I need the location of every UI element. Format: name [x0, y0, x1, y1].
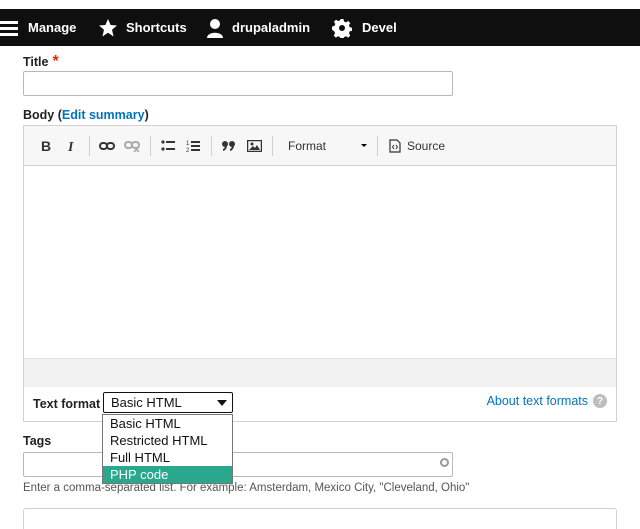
italic-icon: I	[67, 140, 74, 153]
image-icon	[246, 139, 262, 152]
toolbar-manage-label: Manage	[28, 20, 77, 35]
tags-input[interactable]	[23, 452, 453, 477]
italic-button[interactable]: I	[59, 134, 83, 158]
unlink-icon	[124, 140, 140, 152]
toolbar-separator	[272, 135, 273, 156]
toolbar-user[interactable]: drupaladmin	[206, 9, 332, 46]
option-php-code[interactable]: PHP code	[103, 466, 232, 483]
toolbar-devel[interactable]: Devel	[332, 9, 397, 46]
blockquote-icon	[222, 140, 235, 151]
autocomplete-icon	[440, 458, 449, 467]
source-icon	[389, 138, 401, 153]
numbered-list-button[interactable]: 12	[181, 134, 205, 158]
rich-text-editor: B I 12 Format Source	[23, 125, 617, 389]
dropdown-arrow-icon	[217, 399, 227, 406]
bold-button[interactable]: B	[34, 134, 58, 158]
svg-text:I: I	[67, 140, 74, 153]
toolbar-separator	[377, 135, 378, 156]
format-dropdown[interactable]: Format	[284, 134, 372, 158]
toolbar-manage[interactable]: Manage	[0, 9, 90, 46]
bulleted-list-icon	[161, 139, 175, 151]
option-full-html[interactable]: Full HTML	[103, 449, 232, 466]
toolbar-user-label: drupaladmin	[232, 20, 311, 35]
admin-toolbar: Manage Shortcuts drupaladmin Devel	[0, 9, 640, 46]
text-format-select[interactable]: Basic HTML	[103, 392, 233, 413]
numbered-list-icon: 12	[186, 140, 200, 153]
title-label: Title *	[23, 53, 59, 71]
gear-icon	[332, 18, 352, 38]
option-restricted-html[interactable]: Restricted HTML	[103, 432, 232, 449]
editor-toolbar: B I 12 Format Source	[24, 126, 616, 166]
text-format-selected-value: Basic HTML	[111, 395, 182, 410]
source-button-label: Source	[407, 138, 446, 153]
tags-description: Enter a comma-separated list. For exampl…	[23, 482, 470, 494]
required-marker: *	[52, 53, 59, 70]
option-basic-html[interactable]: Basic HTML	[103, 415, 232, 432]
link-button[interactable]	[95, 134, 119, 158]
user-icon	[207, 18, 223, 38]
hamburger-menu-icon	[0, 20, 18, 36]
body-label: Body (Edit summary)	[23, 108, 149, 122]
about-text-formats: About text formats ?	[487, 394, 607, 408]
toolbar-shortcuts[interactable]: Shortcuts	[90, 9, 206, 46]
title-input[interactable]	[23, 71, 453, 96]
body-label-text: Body	[23, 108, 55, 122]
svg-text:1: 1	[186, 141, 190, 147]
toolbar-shortcuts-label: Shortcuts	[126, 20, 187, 35]
star-icon	[99, 18, 117, 36]
toolbar-devel-label: Devel	[362, 20, 397, 35]
bold-icon: B	[41, 139, 51, 153]
link-icon	[99, 141, 115, 150]
about-text-formats-link[interactable]: About text formats	[487, 394, 588, 408]
unlink-button[interactable]	[120, 134, 144, 158]
toolbar-separator	[211, 135, 212, 156]
edit-summary-link[interactable]: Edit summary	[62, 108, 145, 122]
image-button[interactable]	[242, 134, 266, 158]
text-format-label: Text format	[33, 397, 101, 411]
text-format-options-list: Basic HTML Restricted HTML Full HTML PHP…	[102, 414, 233, 484]
bulleted-list-button[interactable]	[156, 134, 180, 158]
editor-status-bar	[24, 358, 616, 387]
tags-label: Tags	[23, 434, 52, 448]
next-field-box	[23, 508, 617, 529]
svg-text:2: 2	[186, 148, 190, 153]
blockquote-button[interactable]	[217, 134, 241, 158]
svg-text:B: B	[41, 139, 51, 153]
format-dropdown-label: Format	[288, 138, 327, 153]
title-label-text: Title	[23, 55, 49, 69]
editor-content-area[interactable]	[24, 166, 616, 358]
help-icon[interactable]: ?	[593, 394, 607, 408]
toolbar-separator	[150, 135, 151, 156]
toolbar-separator	[89, 135, 90, 156]
source-button[interactable]: Source	[389, 139, 445, 153]
caret-down-icon	[361, 144, 367, 147]
